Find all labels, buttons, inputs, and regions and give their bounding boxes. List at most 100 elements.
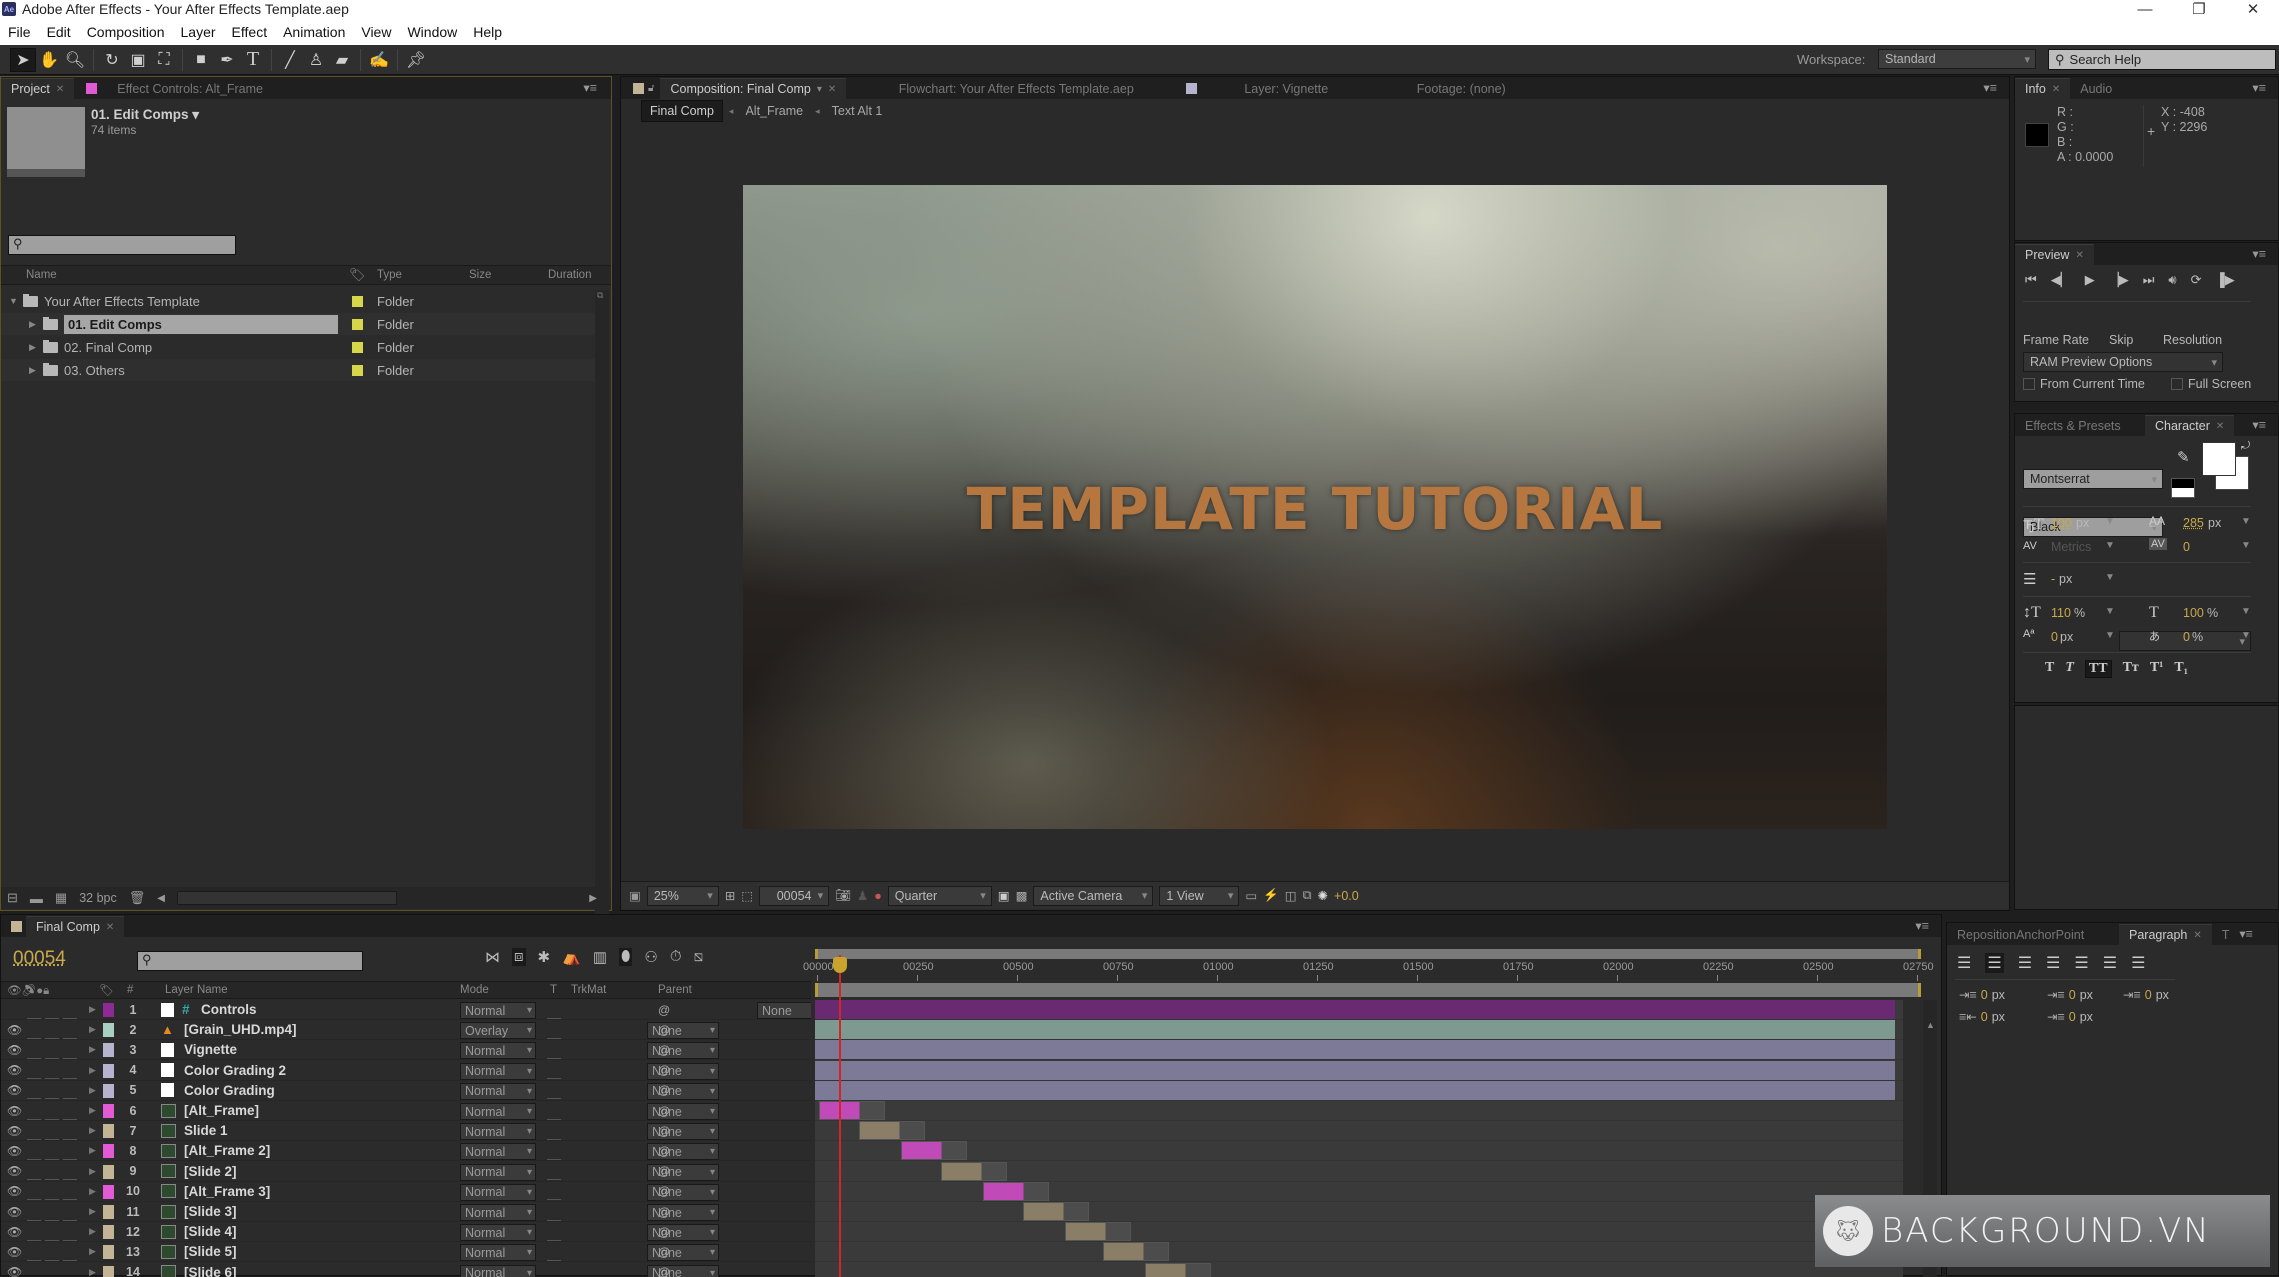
preserve-transparency-toggle[interactable] bbox=[547, 1041, 561, 1059]
layer-row[interactable]: 👁︎▶5Color GradingNormalNone@None bbox=[1, 1081, 811, 1101]
blend-mode-select[interactable]: Normal bbox=[460, 1103, 536, 1120]
pick-whip-icon[interactable]: @ bbox=[658, 1081, 670, 1099]
menu-help[interactable]: Help bbox=[465, 24, 510, 40]
layer-duration-bar[interactable] bbox=[815, 1060, 1895, 1080]
layer-name[interactable]: [Slide 4] bbox=[184, 1223, 237, 1241]
layer-name[interactable]: Color Grading bbox=[184, 1081, 275, 1099]
label-color-swatch[interactable] bbox=[103, 1205, 114, 1219]
hand-tool-icon[interactable]: ✋ bbox=[36, 48, 62, 72]
auto-keyframe-icon[interactable]: ⏱ bbox=[670, 948, 682, 966]
menu-window[interactable]: Window bbox=[399, 24, 465, 40]
lock-toggle[interactable] bbox=[63, 1102, 77, 1120]
expand-arrow-icon[interactable]: ▶ bbox=[89, 1243, 96, 1261]
zoom-tool-icon[interactable]: 🔍︎ bbox=[62, 48, 88, 72]
close-icon[interactable]: ✕ bbox=[2230, 0, 2276, 18]
expand-arrow-icon[interactable]: ▶ bbox=[89, 1021, 96, 1039]
audio-toggle[interactable] bbox=[27, 1021, 41, 1039]
close-tab-icon[interactable]: ✕ bbox=[828, 84, 836, 95]
bit-depth-button[interactable]: 32 bpc bbox=[79, 891, 117, 905]
expand-arrow-icon[interactable]: ▶ bbox=[89, 1223, 96, 1241]
pick-whip-icon[interactable]: @ bbox=[658, 1223, 670, 1241]
kerning-dropdown-icon[interactable]: ▼ bbox=[2105, 540, 2115, 551]
play-icon[interactable]: ▶ bbox=[2085, 272, 2095, 288]
layer-name[interactable]: [Slide 2] bbox=[184, 1162, 237, 1180]
pick-whip-icon[interactable]: @ bbox=[658, 1162, 670, 1180]
col-type[interactable]: Type bbox=[377, 269, 402, 281]
region-of-interest-icon[interactable]: ▣ bbox=[998, 888, 1010, 903]
layer-name[interactable]: Color Grading 2 bbox=[184, 1061, 286, 1079]
layer-name[interactable]: [Slide 6] bbox=[184, 1263, 237, 1277]
expand-arrow-icon[interactable]: ▶ bbox=[89, 1102, 96, 1120]
tab-layer[interactable]: Layer: Vignette bbox=[1201, 78, 1371, 99]
pick-whip-icon[interactable]: @ bbox=[658, 1102, 670, 1120]
layer-duration-bar[interactable] bbox=[859, 1121, 925, 1141]
current-time-display[interactable]: 00054 bbox=[13, 948, 66, 970]
align-right-icon[interactable]: ☰ bbox=[2018, 953, 2032, 973]
pick-whip-icon[interactable]: @ bbox=[658, 1041, 670, 1059]
lock-toggle[interactable] bbox=[63, 1223, 77, 1241]
breadcrumb-final-comp[interactable]: Final Comp bbox=[641, 100, 723, 122]
solo-toggle[interactable] bbox=[45, 1061, 59, 1080]
leading-dropdown-icon[interactable]: ▼ bbox=[2241, 516, 2251, 527]
loop-icon[interactable]: ⟳ bbox=[2191, 272, 2202, 288]
new-comp-icon[interactable]: ▦ bbox=[55, 890, 67, 906]
frame-blending-icon[interactable]: ▥ bbox=[593, 948, 607, 966]
layer-duration-bar[interactable] bbox=[1023, 1202, 1089, 1221]
label-color-swatch[interactable] bbox=[103, 1164, 114, 1179]
align-left-icon[interactable]: ☰ bbox=[1957, 953, 1971, 973]
playhead[interactable] bbox=[832, 955, 847, 1277]
selection-tool-icon[interactable]: ➤ bbox=[10, 47, 36, 72]
restore-icon[interactable]: ❐ bbox=[2176, 0, 2222, 18]
layer-duration-bar[interactable] bbox=[815, 1080, 1895, 1100]
pick-whip-icon[interactable]: @ bbox=[658, 1142, 670, 1160]
panel-menu-icon[interactable]: ▾≡ bbox=[2239, 926, 2253, 941]
lock-toggle[interactable] bbox=[63, 1001, 77, 1019]
blend-mode-select[interactable]: Normal bbox=[460, 1204, 536, 1221]
first-frame-icon[interactable]: ⏮ bbox=[2025, 272, 2037, 288]
panel-menu-icon[interactable]: ▾≡ bbox=[2252, 80, 2266, 95]
label-color-swatch[interactable] bbox=[103, 1184, 114, 1199]
pan-behind-tool-icon[interactable]: ⛶ bbox=[151, 48, 177, 72]
menu-view[interactable]: View bbox=[353, 24, 399, 40]
pen-tool-icon[interactable]: ✒ bbox=[214, 48, 240, 72]
tab-character[interactable]: Character ✕ bbox=[2145, 415, 2235, 436]
tab-final-comp[interactable]: Final Comp ✕ bbox=[26, 916, 125, 937]
vertical-scale-dropdown-icon[interactable]: ▼ bbox=[2105, 606, 2115, 617]
new-folder-icon[interactable]: ▬ bbox=[30, 891, 43, 906]
visibility-eye-icon[interactable]: 👁︎ bbox=[7, 1142, 22, 1160]
blend-mode-select[interactable]: Normal bbox=[460, 1163, 536, 1181]
font-size-dropdown-icon[interactable]: ▼ bbox=[2105, 516, 2115, 527]
blend-mode-select[interactable]: Normal bbox=[460, 1062, 536, 1080]
col-layer-name[interactable]: Layer Name bbox=[165, 984, 228, 996]
expand-arrow-icon[interactable]: ▶ bbox=[89, 1142, 96, 1160]
fast-previews-icon[interactable]: ⚡ bbox=[1263, 888, 1279, 903]
solo-toggle[interactable] bbox=[45, 1001, 59, 1019]
pick-whip-icon[interactable]: @ bbox=[658, 1001, 670, 1019]
flowchart-icon[interactable]: ⧉ bbox=[1303, 888, 1312, 903]
visibility-eye-icon[interactable]: 👁︎ bbox=[7, 1203, 22, 1221]
visibility-eye-icon[interactable]: 👁︎ bbox=[7, 1263, 22, 1277]
solo-toggle[interactable] bbox=[45, 1223, 59, 1241]
motion-blur-icon[interactable]: ⬮ bbox=[619, 948, 633, 966]
layer-row[interactable]: 👁︎▶8[Alt_Frame 2]NormalNone@None bbox=[1, 1141, 811, 1162]
next-frame-icon[interactable]: ▕▶ bbox=[2109, 272, 2129, 288]
preserve-transparency-toggle[interactable] bbox=[547, 1142, 561, 1160]
preserve-transparency-toggle[interactable] bbox=[547, 1001, 561, 1019]
graph-editor-icon[interactable]: ⧅ bbox=[694, 948, 704, 966]
stroke-width-value[interactable]: - bbox=[2051, 572, 2055, 586]
label-color-swatch[interactable] bbox=[103, 1063, 114, 1078]
work-area-bar[interactable] bbox=[815, 983, 1921, 997]
col-t[interactable]: T bbox=[550, 984, 557, 996]
preserve-transparency-toggle[interactable] bbox=[547, 1263, 561, 1277]
parent-select[interactable]: None bbox=[757, 1002, 811, 1019]
breadcrumb-text-alt[interactable]: Text Alt 1 bbox=[826, 104, 889, 118]
layer-name[interactable]: Vignette bbox=[184, 1041, 237, 1059]
preserve-transparency-toggle[interactable] bbox=[547, 1223, 561, 1241]
label-color-swatch[interactable] bbox=[103, 1144, 114, 1159]
visibility-eye-icon[interactable]: 👁︎ bbox=[7, 1081, 22, 1099]
justify-left-icon[interactable]: ☰ bbox=[2046, 953, 2060, 973]
lock-toggle[interactable] bbox=[63, 1122, 77, 1140]
grid-guides-icon[interactable]: ⊞ bbox=[725, 888, 735, 903]
indent-right-value[interactable]: 0 bbox=[2145, 988, 2152, 1002]
visibility-eye-icon[interactable]: 👁︎ bbox=[7, 1061, 22, 1079]
